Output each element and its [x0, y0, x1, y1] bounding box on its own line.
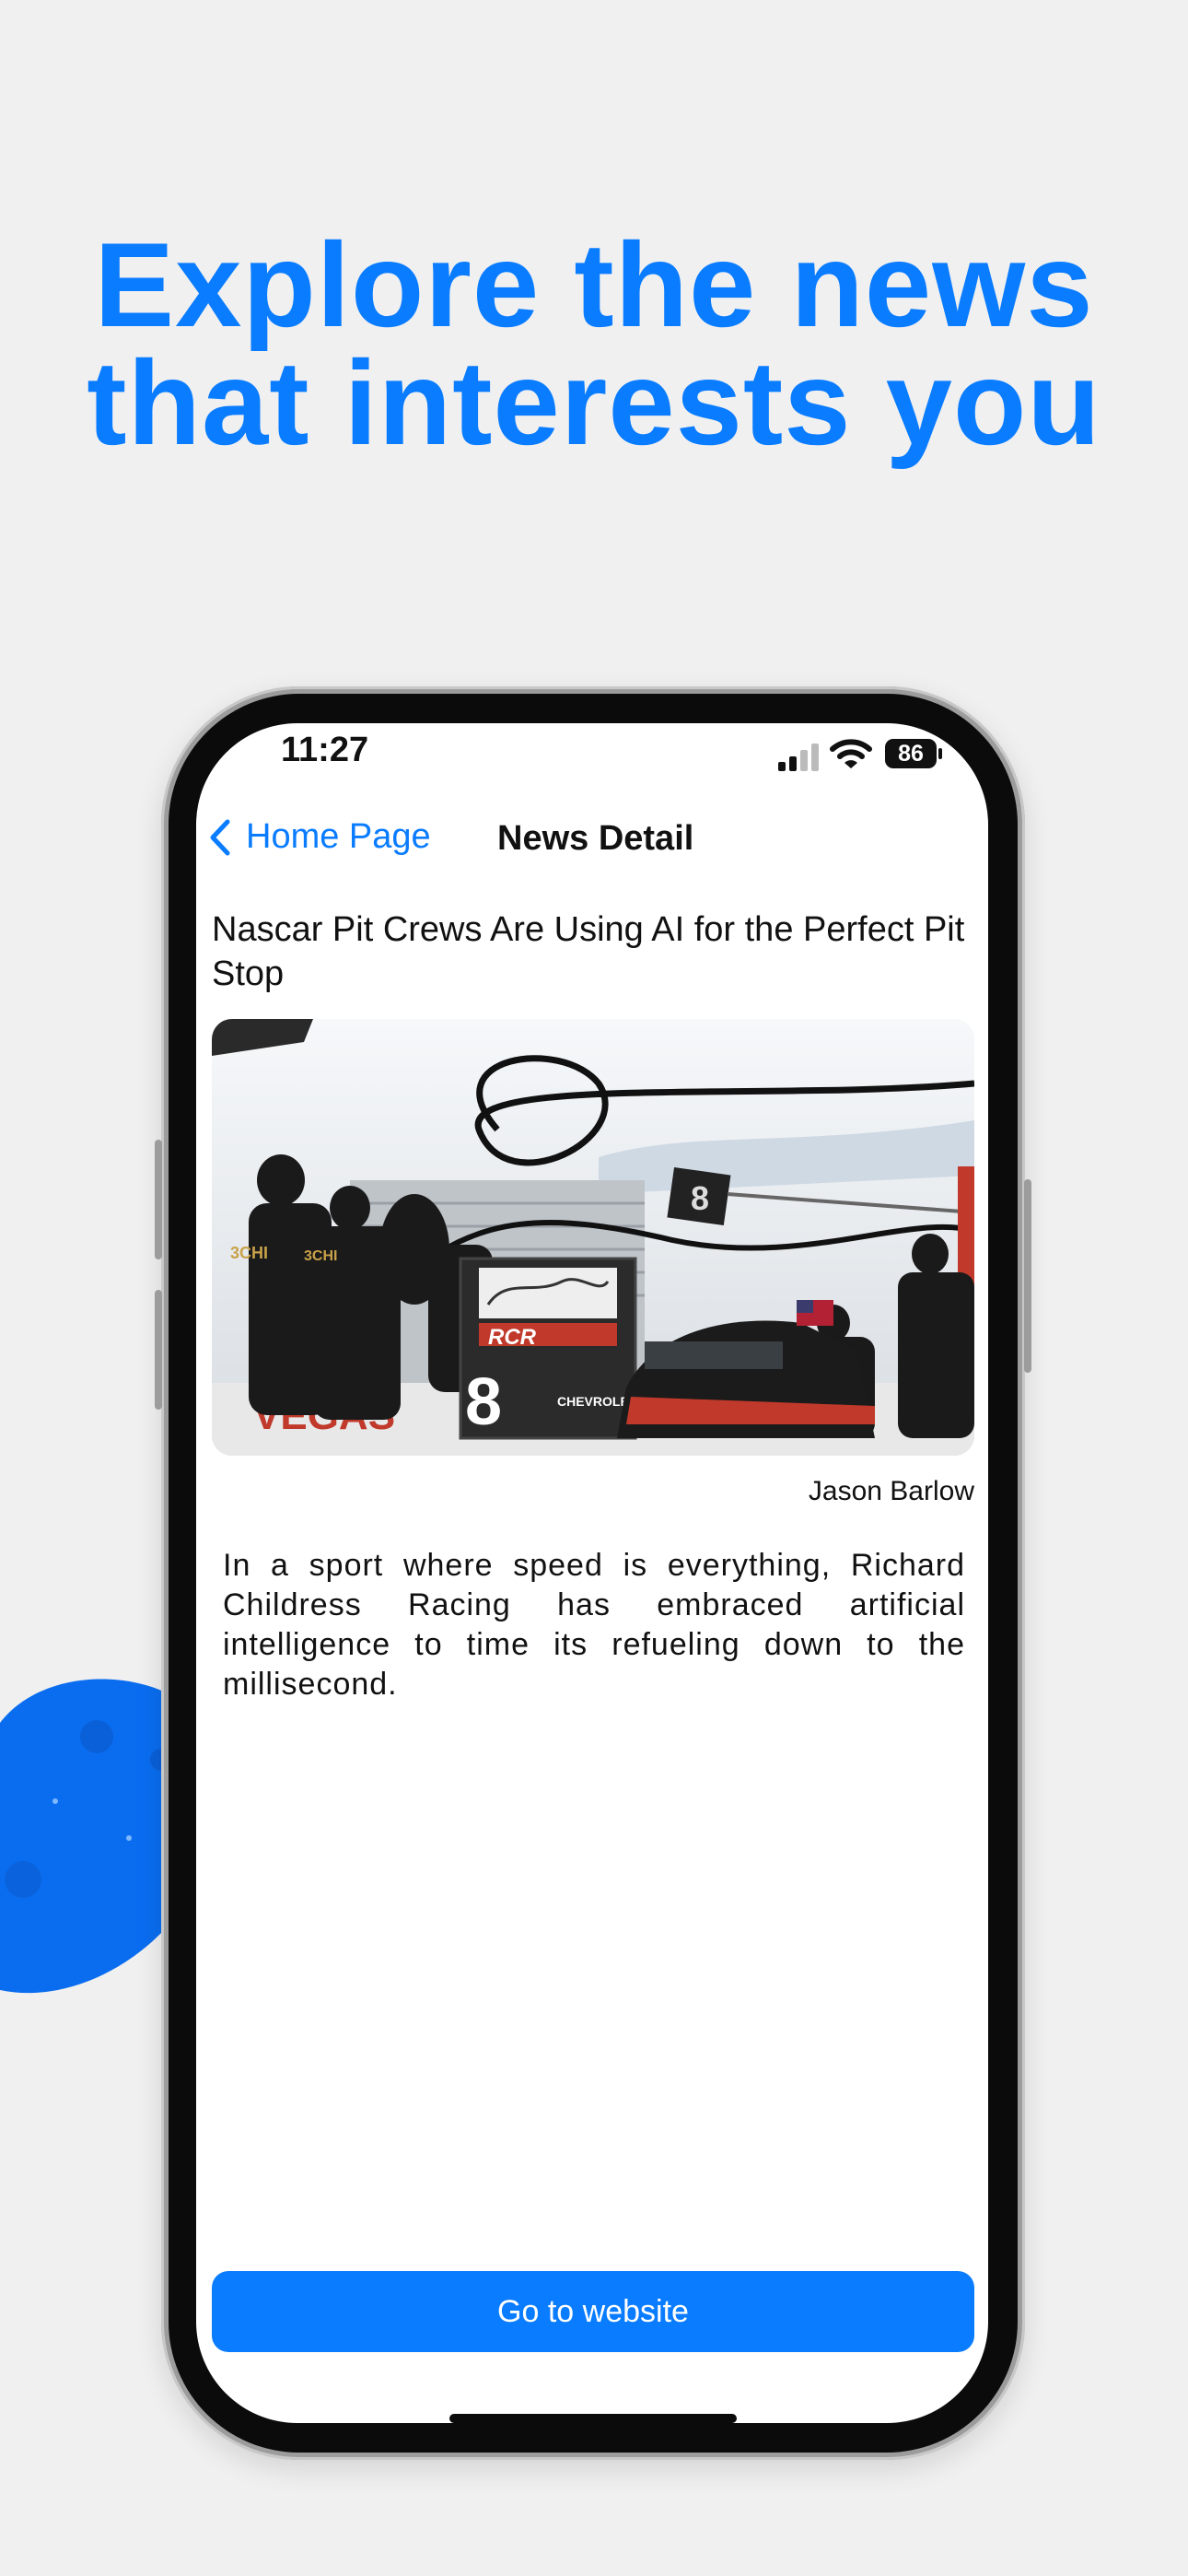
- cellular-signal-icon: [778, 744, 819, 771]
- wifi-icon: [830, 739, 872, 768]
- status-time: 11:27: [281, 731, 369, 769]
- article-image: 8 VEGAS 3CHI 3CHI: [212, 1019, 974, 1456]
- chevron-left-icon: [210, 819, 230, 855]
- article-author: Jason Barlow: [808, 1476, 974, 1506]
- headline-line-1: Explore the news: [94, 217, 1094, 352]
- go-to-website-button[interactable]: Go to website: [212, 2271, 974, 2352]
- headline-line-2: that interests you: [87, 335, 1101, 470]
- back-button-label: Home Page: [246, 817, 431, 856]
- article-title: Nascar Pit Crews Are Using AI for the Pe…: [212, 910, 965, 993]
- image-crew-logo-2: 3CHI: [304, 1248, 337, 1264]
- image-crew-logo: 3CHI: [230, 1244, 268, 1262]
- image-car-number: 8: [465, 1365, 502, 1439]
- phone-screen: 11:27 86 Home Page News Detail Nascar Pi…: [196, 723, 988, 2423]
- article-summary: In a sport where speed is everything, Ri…: [223, 1548, 965, 1702]
- phone-volume-down: [155, 1290, 162, 1410]
- phone-volume-up: [155, 1140, 162, 1259]
- back-button[interactable]: Home Page: [209, 817, 431, 857]
- image-sponsor-text: RCR: [488, 1325, 537, 1350]
- headline: Explore the news that interests you: [0, 217, 1188, 470]
- battery-cap: [938, 748, 942, 759]
- battery-icon: 86: [885, 739, 937, 768]
- svg-text:8: 8: [691, 1179, 709, 1217]
- nav-title: News Detail: [497, 819, 694, 858]
- home-indicator: [449, 2414, 737, 2423]
- phone-power-button: [1024, 1179, 1031, 1373]
